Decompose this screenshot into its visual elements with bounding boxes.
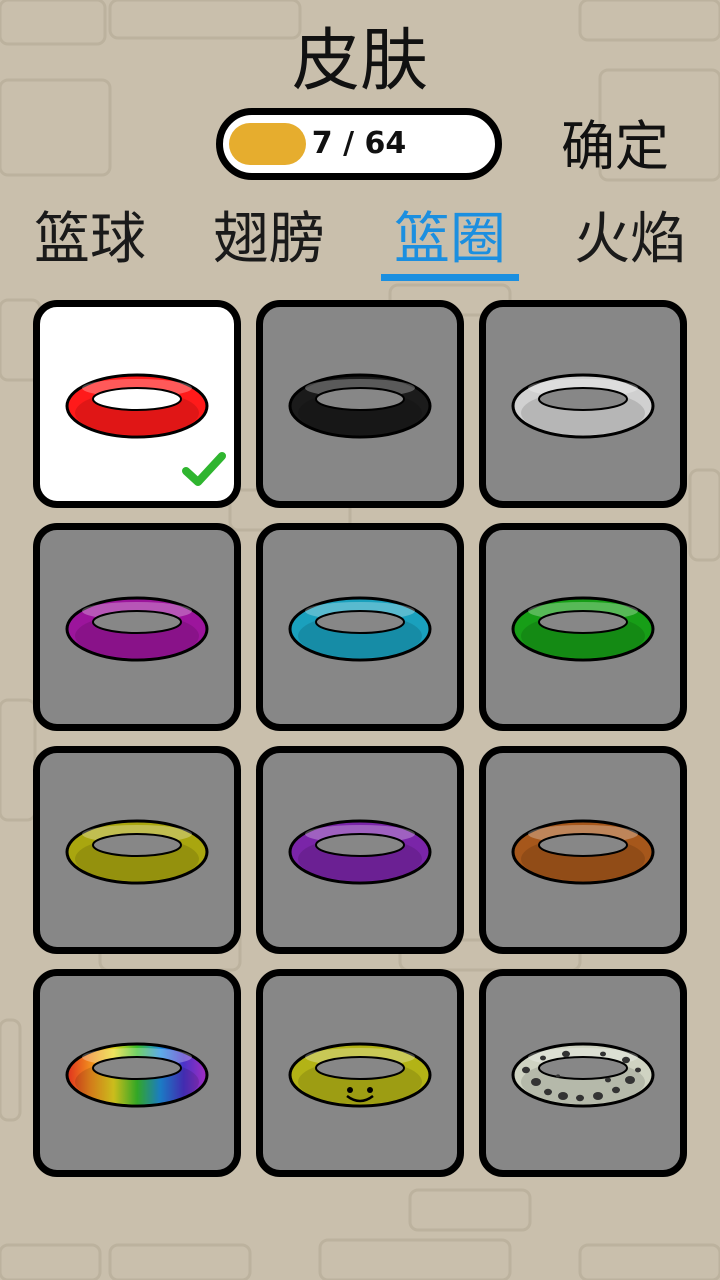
tab-basketball[interactable]: 篮球 xyxy=(15,205,165,275)
skin-item-rainbow[interactable] xyxy=(33,969,241,1177)
checkmark-icon xyxy=(182,452,226,486)
hoop-ring-icon xyxy=(288,596,432,662)
hoop-ring-icon xyxy=(288,1042,432,1108)
skin-item-white[interactable] xyxy=(479,300,687,508)
hoop-ring-icon xyxy=(511,596,655,662)
hoop-ring-icon xyxy=(511,1042,655,1108)
category-tabs: 篮球 翅膀 篮圈 火焰 xyxy=(0,205,720,285)
skin-item-purple[interactable] xyxy=(256,746,464,954)
skin-item-cyan[interactable] xyxy=(256,523,464,731)
skin-item-green[interactable] xyxy=(479,523,687,731)
active-tab-indicator xyxy=(381,274,519,281)
hoop-ring-icon xyxy=(65,1042,209,1108)
skin-item-olive[interactable] xyxy=(33,746,241,954)
hoop-ring-icon xyxy=(288,819,432,885)
skin-item-spotted[interactable] xyxy=(479,969,687,1177)
hoop-ring-icon xyxy=(288,373,432,439)
confirm-button[interactable]: 确定 xyxy=(540,112,690,182)
tab-hoop[interactable]: 篮圈 xyxy=(375,205,525,275)
page-title: 皮肤 xyxy=(291,22,428,101)
tab-wings[interactable]: 翅膀 xyxy=(194,205,344,275)
tab-flame[interactable]: 火焰 xyxy=(555,205,705,275)
skin-item-smiley[interactable] xyxy=(256,969,464,1177)
hoop-ring-icon xyxy=(511,819,655,885)
skin-item-magenta[interactable] xyxy=(33,523,241,731)
hoop-ring-icon xyxy=(511,373,655,439)
hoop-ring-icon xyxy=(65,596,209,662)
hoop-ring-icon xyxy=(65,373,209,439)
unlock-progress-bar: 7 / 64 xyxy=(216,108,502,180)
skin-item-brown[interactable] xyxy=(479,746,687,954)
progress-count: 7 / 64 xyxy=(311,126,407,161)
skin-item-black[interactable] xyxy=(256,300,464,508)
hoop-ring-icon xyxy=(65,819,209,885)
skin-item-red[interactable] xyxy=(33,300,241,508)
